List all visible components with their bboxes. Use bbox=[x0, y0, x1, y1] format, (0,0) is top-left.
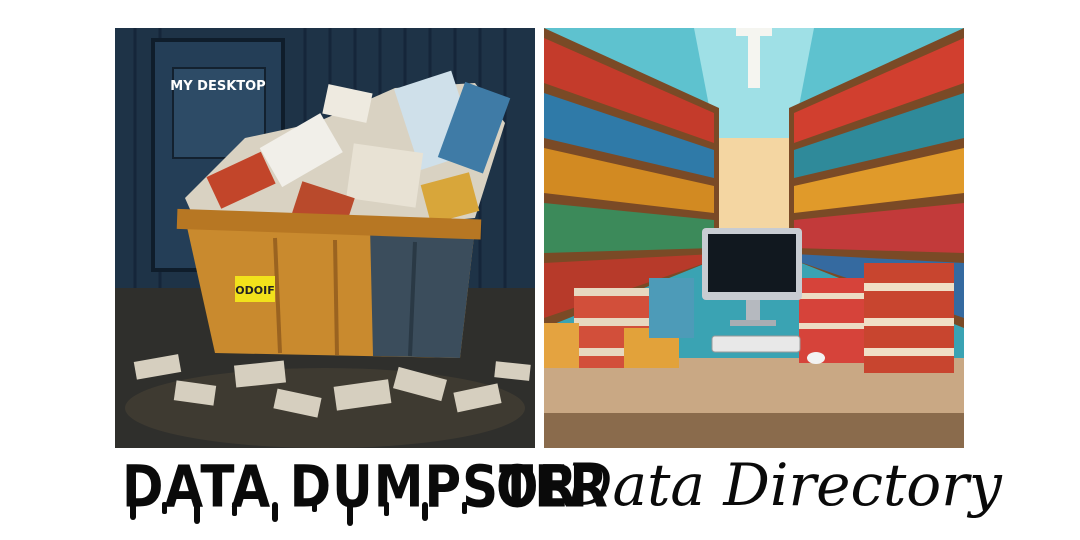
drip-decoration bbox=[130, 502, 467, 526]
library-scene bbox=[544, 28, 964, 448]
dumpster-label-text: ODOIF bbox=[235, 284, 274, 297]
caption-or: OR bbox=[496, 453, 578, 521]
dumpster-illustration: ODOIF MY DESKTOP bbox=[115, 28, 535, 448]
keyboard bbox=[711, 335, 801, 353]
dumpster: ODOIF bbox=[176, 208, 482, 358]
computer-monitor bbox=[702, 228, 802, 326]
door-sign-text: MY DESKTOP bbox=[170, 79, 265, 94]
caption: DATA DUMPSTER OR Data Directory bbox=[0, 452, 1080, 540]
mouse bbox=[807, 352, 825, 364]
library-illustration bbox=[544, 28, 964, 448]
dumpster-scene: ODOIF MY DESKTOP bbox=[115, 28, 535, 448]
caption-data-directory: Data Directory bbox=[566, 451, 1002, 519]
